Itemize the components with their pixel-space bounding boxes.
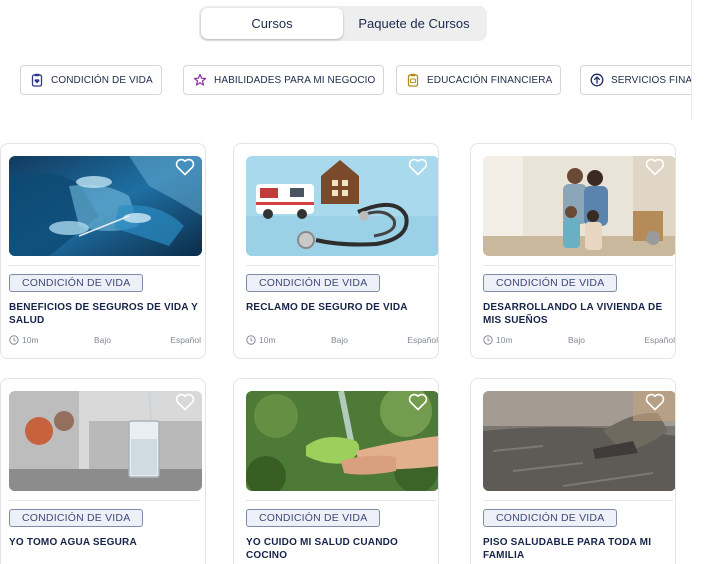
card-divider [9,265,199,266]
course-title: PISO SALUDABLE PARA TODA MI FAMILIA [483,537,652,561]
page: Cursos Paquete de Cursos CONDICIÓN DE VI… [0,0,705,564]
language: Español [170,335,201,345]
duration: 10m [246,335,276,345]
course-meta: 10m Bajo Español [483,335,675,347]
duration: 10m [9,335,39,345]
course-card[interactable]: CONDICIÓN DE VIDA DESARROLLANDO LA VIVIE… [470,143,676,359]
category-chip-servicios-financieros[interactable]: SERVICIOS FINANCIEROS [580,65,692,95]
language: Español [407,335,438,345]
duration-value: 10m [22,335,39,345]
favorite-heart-icon[interactable] [408,393,428,411]
course-title: BENEFICIOS DE SEGUROS DE VIDA Y SALUD [9,302,198,326]
category-tag: CONDICIÓN DE VIDA [483,509,618,527]
card-divider [483,265,673,266]
level: Bajo [568,335,586,345]
clipboard-heart-icon [30,73,44,87]
favorite-heart-icon[interactable] [645,158,665,176]
category-label: CONDICIÓN DE VIDA [51,74,153,86]
course-title: DESARROLLANDO LA VIVIENDA DE MIS SUEÑOS [483,302,663,326]
duration-value: 10m [259,335,276,345]
clipboard-money-icon [406,73,420,87]
tab-courses[interactable]: Cursos [201,8,343,39]
course-card[interactable]: CONDICIÓN DE VIDA PISO SALUDABLE PARA TO… [470,378,676,564]
category-label: HABILIDADES PARA MI NEGOCIO [214,74,376,86]
category-tag: CONDICIÓN DE VIDA [246,274,381,292]
level: Bajo [331,335,349,345]
course-title: YO TOMO AGUA SEGURA [9,537,137,548]
card-divider [246,265,436,266]
tab-course-packages[interactable]: Paquete de Cursos [343,8,485,39]
language: Español [644,335,675,345]
card-divider [9,500,199,501]
category-tag: CONDICIÓN DE VIDA [246,509,381,527]
level: Bajo [94,335,112,345]
course-card[interactable]: CONDICIÓN DE VIDA YO CUIDO MI SALUD CUAN… [233,378,439,564]
header-shadow [0,112,692,122]
course-thumbnail-water [9,391,202,491]
category-label: SERVICIOS FINANCIEROS [611,74,692,86]
category-tag: CONDICIÓN DE VIDA [9,274,144,292]
favorite-heart-icon[interactable] [408,158,428,176]
category-tag: CONDICIÓN DE VIDA [9,509,144,527]
card-divider [246,500,436,501]
course-card[interactable]: CONDICIÓN DE VIDA RECLAMO DE SEGURO DE V… [233,143,439,359]
course-title: RECLAMO DE SEGURO DE VIDA [246,302,408,313]
category-chip-condicion-de-vida[interactable]: CONDICIÓN DE VIDA [20,65,162,95]
arrow-up-circle-icon [590,73,604,87]
course-thumbnail-surgery [9,156,202,256]
star-icon [193,73,207,87]
favorite-heart-icon[interactable] [175,158,195,176]
course-card[interactable]: CONDICIÓN DE VIDA YO TOMO AGUA SEGURA [0,378,206,564]
duration-value: 10m [496,335,513,345]
course-meta: 10m Bajo Español [9,335,201,347]
duration: 10m [483,335,513,345]
card-divider [483,500,673,501]
favorite-heart-icon[interactable] [175,393,195,411]
category-chip-habilidades[interactable]: HABILIDADES PARA MI NEGOCIO [183,65,385,95]
category-tag: CONDICIÓN DE VIDA [483,274,618,292]
course-title: YO CUIDO MI SALUD CUANDO COCINO [246,537,399,561]
course-type-toggle: Cursos Paquete de Cursos [199,6,487,41]
clock-icon [246,335,256,345]
scroll-edge [691,0,692,120]
category-chip-educacion-financiera[interactable]: EDUCACIÓN FINANCIERA [396,65,562,95]
category-filter-bar: CONDICIÓN DE VIDA HABILIDADES PARA MI NE… [0,50,692,118]
clock-icon [9,335,19,345]
category-label: EDUCACIÓN FINANCIERA [427,74,553,86]
clock-icon [483,335,493,345]
course-card[interactable]: CONDICIÓN DE VIDA BENEFICIOS DE SEGUROS … [0,143,206,359]
favorite-heart-icon[interactable] [645,393,665,411]
course-meta: 10m Bajo Español [246,335,438,347]
